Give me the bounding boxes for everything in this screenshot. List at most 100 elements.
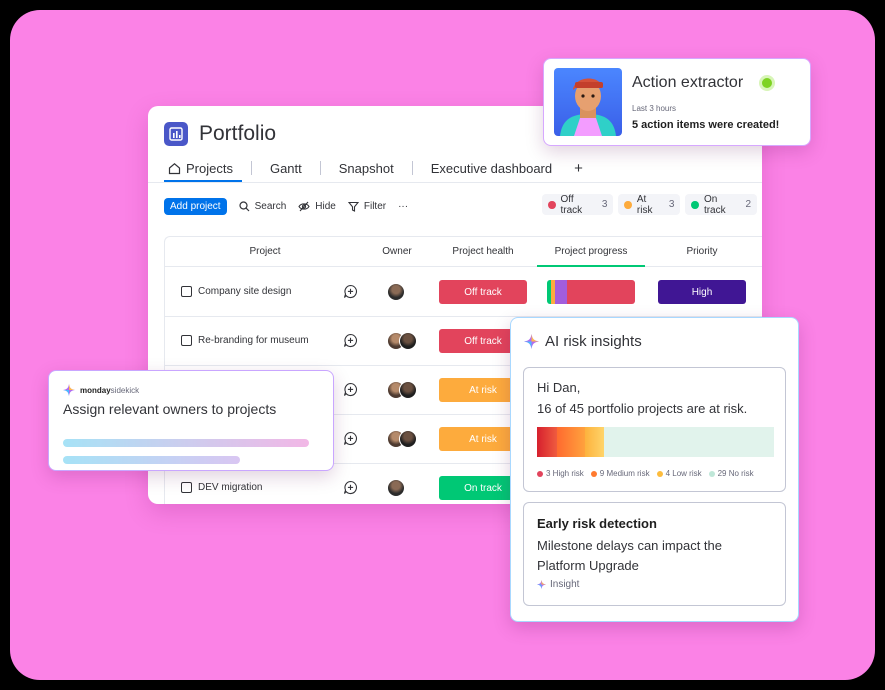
add-comment-icon [343,480,357,494]
loading-bar [63,439,309,447]
progress-segment [555,280,567,304]
add-comment-icon [343,431,357,445]
item-icon [181,482,192,493]
owner-avatars[interactable] [387,381,417,399]
owner-avatars[interactable] [387,332,417,350]
insight-tag-label: Insight [550,579,580,590]
owner-avatars[interactable] [387,430,417,448]
legend-dot [708,470,715,477]
tab-projects[interactable]: Projects [164,158,237,178]
filter-button[interactable]: Filter [347,200,387,212]
background-frame: Portfolio Projects Gantt Snapshot Execut… [10,10,875,680]
owner-avatars[interactable] [387,283,405,301]
tab-divider [250,161,252,175]
legend-item: 3 High risk [537,469,584,478]
add-update-button[interactable] [343,333,358,351]
progress-segment [567,280,635,304]
add-comment-icon [343,382,357,396]
column-header-owner[interactable]: Owner [370,246,424,257]
ai-insights-header: AI risk insights [524,333,642,350]
column-header-project[interactable]: Project [225,246,305,257]
status-pill-on-track[interactable]: On track 2 [685,193,757,216]
sidekick-card[interactable]: monday sidekick Assign relevant owners to… [48,370,334,471]
home-icon [168,162,181,174]
legend-label: 3 High risk [546,469,584,478]
legend-item: 29 No risk [708,469,754,478]
insight-tag: Insight [537,579,579,590]
column-header-progress[interactable]: Project progress [537,246,645,257]
tab-label: Projects [186,160,233,176]
risk-summary-box: Hi Dan, 16 of 45 portfolio projects are … [523,367,786,492]
legend-label: 9 Medium risk [599,469,650,478]
tab-divider [319,161,321,175]
owner-avatars[interactable] [387,479,405,497]
project-name: DEV migration [198,482,263,493]
action-extractor-card[interactable]: Action extractor Last 3 hours 5 action i… [543,58,811,146]
more-options-button[interactable]: ··· [398,201,408,212]
avatar [399,381,417,399]
avatar [387,283,405,301]
early-risk-box[interactable]: Early risk detection Milestone delays ca… [523,502,786,606]
table-row[interactable]: Company site design Off track High [165,268,762,317]
legend-label: 29 No risk [717,469,754,478]
add-update-button[interactable] [343,431,358,449]
add-update-button[interactable] [343,382,358,400]
legend-dot [590,470,597,477]
hide-button[interactable]: Hide [298,201,336,212]
sparkle-icon [63,384,75,396]
online-indicator [762,78,772,88]
risk-segment-high [537,427,557,457]
status-pill-count: 2 [745,199,751,210]
action-extractor-message: 5 action items were created! [632,119,780,131]
table-header: Project Owner Project health Project pro… [165,237,762,267]
legend-label: 4 Low risk [665,469,702,478]
add-comment-icon [343,284,357,298]
sparkle-icon [537,580,546,589]
risk-legend: 3 High risk 9 Medium risk 4 Low risk 29 … [537,469,761,478]
add-tab-button[interactable]: + [570,158,587,178]
add-update-button[interactable] [343,480,358,498]
progress-bar [547,280,635,304]
column-header-priority[interactable]: Priority [657,246,747,257]
risk-segment-none [604,427,774,457]
status-pill-at-risk[interactable]: At risk 3 [618,194,681,216]
item-icon [181,286,192,297]
search-icon [238,200,250,211]
sparkle-icon [524,334,539,349]
legend-dot [656,470,663,477]
priority-label[interactable]: High [658,280,746,304]
avatar [399,430,417,448]
status-pill-count: 3 [668,199,675,210]
status-dot [691,200,699,209]
tab-snapshot[interactable]: Snapshot [335,158,398,178]
search-button[interactable]: Search [238,200,287,212]
status-pill-count: 3 [601,199,608,210]
column-header-health[interactable]: Project health [433,246,533,257]
ai-insights-title: AI risk insights [545,333,642,350]
tab-gantt[interactable]: Gantt [266,158,306,178]
status-summary: Off track 3 At risk 3 On track 2 [542,193,762,216]
status-pill-off-track[interactable]: Off track 3 [542,194,614,216]
brand-monday: monday [80,385,111,395]
project-name: Re-branding for museum [198,335,309,346]
tabs-divider [148,182,762,183]
risk-segment-medium [557,427,585,457]
filter-label: Filter [363,200,387,212]
add-project-button[interactable]: Add project [164,197,227,215]
search-label: Search [254,200,287,212]
avatar [387,479,405,497]
hide-label: Hide [315,200,336,212]
greeting: Hi Dan, [537,380,581,395]
avatar [399,332,417,350]
ai-risk-insights-card: AI risk insights Hi Dan, 16 of 45 portfo… [510,317,799,622]
agent-avatar-image [554,68,622,136]
risk-summary-text: 16 of 45 portfolio projects are at risk. [537,401,748,416]
status-pill-label: On track [703,193,726,216]
legend-item: 9 Medium risk [590,469,650,478]
status-dot [548,200,556,209]
tab-executive-dashboard[interactable]: Executive dashboard [427,158,556,178]
health-status[interactable]: Off track [439,280,527,304]
add-update-button[interactable] [343,284,358,302]
page-title: Portfolio [199,122,277,145]
risk-bar [537,427,774,457]
